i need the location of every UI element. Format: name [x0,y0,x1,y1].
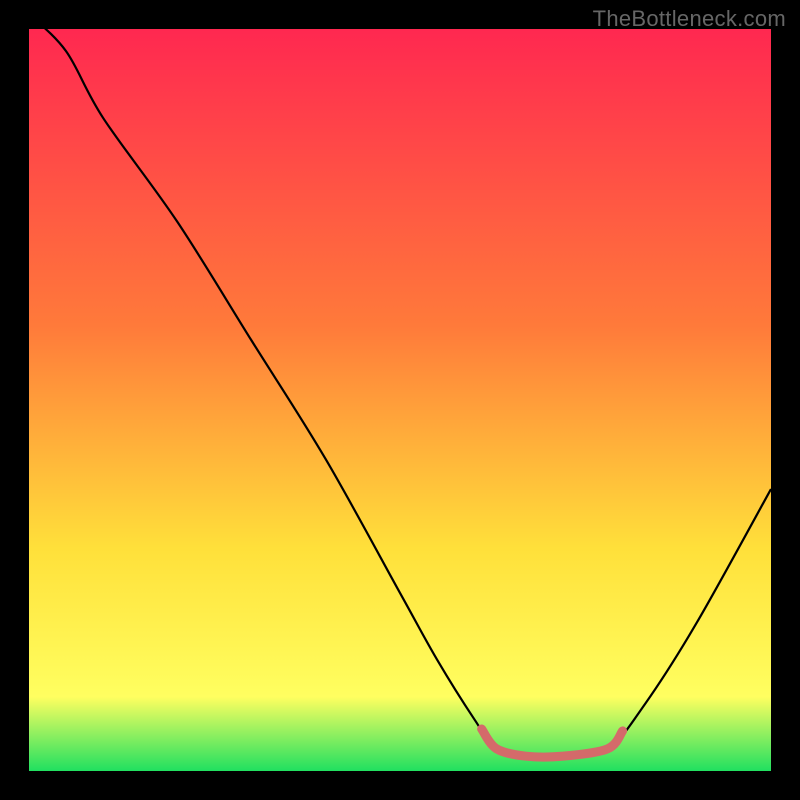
chart-plot-area [29,29,771,771]
optimal-range-marker [482,729,623,757]
watermark-text: TheBottleneck.com [593,6,786,32]
chart-curve-layer [29,29,771,771]
bottleneck-curve [29,14,771,757]
